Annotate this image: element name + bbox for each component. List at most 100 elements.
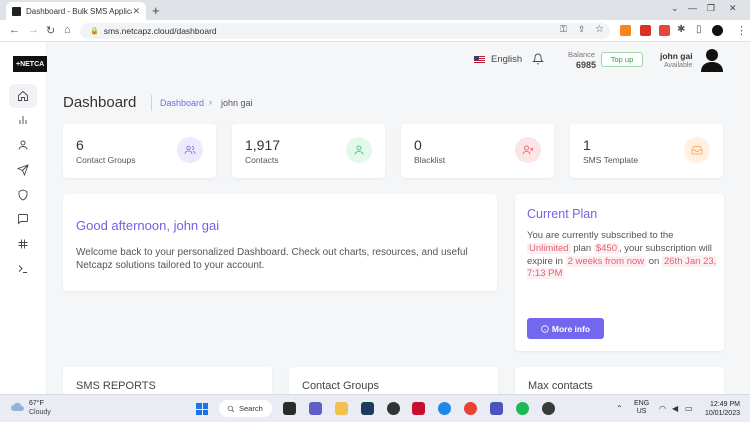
top-up-button[interactable]: Top up bbox=[601, 52, 643, 67]
home-icon bbox=[18, 90, 28, 101]
message-icon bbox=[18, 214, 28, 225]
mcafee-icon[interactable] bbox=[412, 402, 425, 415]
dell-icon[interactable] bbox=[387, 402, 400, 415]
sidebar-item-contacts[interactable] bbox=[9, 133, 37, 157]
extension-icon[interactable] bbox=[659, 25, 670, 36]
user-name[interactable]: john gai bbox=[660, 51, 693, 61]
browser-toolbar: ← → ↻ ⌂ 🔒 sms.netcapz.cloud/dashboard ⚿ … bbox=[0, 20, 750, 42]
spotify-icon[interactable] bbox=[516, 402, 529, 415]
stat-value: 6 bbox=[76, 137, 84, 153]
input-language[interactable]: ENG US bbox=[634, 400, 649, 416]
users-icon bbox=[177, 137, 203, 163]
chevron-up-icon[interactable]: ⌃ bbox=[616, 404, 623, 413]
address-bar[interactable]: 🔒 sms.netcapz.cloud/dashboard bbox=[80, 23, 610, 39]
minimize-icon[interactable]: — bbox=[688, 3, 697, 13]
balance-value: 6985 bbox=[576, 60, 597, 70]
stat-card-sms-template[interactable]: 1 SMS Template bbox=[570, 124, 723, 178]
card-title: SMS REPORTS bbox=[76, 380, 156, 392]
plan-text-segment: on bbox=[648, 255, 660, 267]
stat-label: Contacts bbox=[245, 155, 279, 165]
reload-icon[interactable]: ↻ bbox=[46, 24, 55, 37]
breadcrumb-current: john gai bbox=[221, 98, 253, 108]
clock-time: 12:49 PM bbox=[710, 401, 740, 408]
plan-text-segment: You are currently subscribed to the bbox=[527, 230, 674, 241]
avatar[interactable] bbox=[701, 48, 723, 72]
user-icon bbox=[346, 137, 372, 163]
lang-code: ENG bbox=[634, 400, 650, 407]
browser-tab-bar: Dashboard - Bulk SMS Applicatio... ✕ + ⌄… bbox=[0, 0, 750, 20]
profile-avatar-icon[interactable] bbox=[712, 25, 723, 36]
sidebar-item-blacklist[interactable] bbox=[9, 183, 37, 207]
battery-icon[interactable]: ▭ bbox=[685, 404, 693, 413]
sidebar-item-messages[interactable] bbox=[9, 207, 37, 231]
search-icon bbox=[227, 405, 235, 412]
chevron-down-icon[interactable]: ⌄ bbox=[671, 3, 679, 14]
browser-tab[interactable]: Dashboard - Bulk SMS Applicatio... ✕ bbox=[6, 2, 146, 20]
more-info-label: More info bbox=[551, 323, 591, 334]
sidebar: +NETCA bbox=[0, 42, 47, 394]
maximize-icon[interactable]: ❐ bbox=[707, 3, 715, 14]
edge-icon[interactable] bbox=[438, 402, 451, 415]
user-x-icon bbox=[515, 137, 541, 163]
sidebar-item-send[interactable] bbox=[9, 158, 37, 182]
volume-icon[interactable]: ◀ bbox=[672, 404, 678, 413]
more-menu-icon[interactable]: ⋮ bbox=[736, 24, 747, 37]
bookmark-star-icon[interactable]: ☆ bbox=[595, 24, 604, 35]
shield-icon bbox=[18, 189, 28, 201]
tab-title: Dashboard - Bulk SMS Applicatio... bbox=[26, 6, 132, 16]
windows-start-icon[interactable] bbox=[196, 403, 208, 415]
stat-value: 1,917 bbox=[245, 137, 281, 153]
stat-label: Contact Groups bbox=[76, 155, 136, 165]
taskbar-search[interactable]: Search bbox=[219, 400, 272, 417]
key-icon[interactable]: ⚿ bbox=[560, 24, 567, 35]
stat-card-contacts[interactable]: 1,917 Contacts bbox=[232, 124, 385, 178]
side-panel-icon[interactable]: ▯ bbox=[696, 24, 702, 35]
close-window-icon[interactable]: ✕ bbox=[729, 3, 737, 14]
sidebar-item-home[interactable] bbox=[9, 84, 37, 108]
extension-icon[interactable] bbox=[640, 25, 651, 36]
task-view-icon[interactable] bbox=[283, 402, 296, 415]
cloud-icon[interactable] bbox=[10, 402, 25, 412]
inbox-icon bbox=[684, 137, 710, 163]
forward-icon[interactable]: → bbox=[28, 24, 39, 36]
back-icon[interactable]: ← bbox=[9, 24, 20, 36]
share-icon[interactable]: ⇪ bbox=[578, 24, 586, 35]
plan-price-badge: $450 bbox=[593, 242, 619, 254]
plan-text-segment: plan bbox=[573, 242, 592, 254]
language-selector[interactable]: English bbox=[474, 54, 522, 65]
puzzle-extensions-icon[interactable]: ✱ bbox=[677, 24, 685, 35]
teams-icon[interactable] bbox=[490, 402, 503, 415]
windows-taskbar: 67°F Cloudy Search ⌃ ENG US ◠ ◀ ▭ 12:49 … bbox=[0, 394, 750, 422]
tab-close-icon[interactable]: ✕ bbox=[132, 6, 140, 17]
page-title: Dashboard bbox=[63, 94, 137, 111]
weather-temp: 67°F bbox=[29, 400, 44, 407]
sidebar-item-integrations[interactable] bbox=[9, 232, 37, 256]
welcome-title: Good afternoon, john gai bbox=[76, 218, 220, 233]
weather-condition: Cloudy bbox=[29, 409, 51, 416]
user-icon bbox=[18, 140, 28, 150]
clock-date: 10/01/2023 bbox=[704, 410, 740, 417]
stat-card-contact-groups[interactable]: 6 Contact Groups bbox=[63, 124, 216, 178]
system-clock[interactable]: 12:49 PM 10/01/2023 bbox=[702, 400, 740, 418]
media-player-icon[interactable] bbox=[542, 402, 555, 415]
teams-chat-icon[interactable] bbox=[309, 402, 322, 415]
notification-bell-icon[interactable] bbox=[532, 53, 544, 65]
wifi-icon[interactable]: ◠ bbox=[659, 404, 666, 413]
us-flag-icon bbox=[474, 56, 485, 63]
more-info-button[interactable]: More info bbox=[527, 318, 604, 339]
stat-label: Blacklist bbox=[414, 155, 446, 165]
stat-value: 0 bbox=[414, 137, 422, 153]
card-title: Max contacts bbox=[528, 380, 593, 392]
store-icon[interactable] bbox=[361, 402, 374, 415]
breadcrumb-dashboard-link[interactable]: Dashboard bbox=[160, 98, 204, 108]
stat-card-blacklist[interactable]: 0 Blacklist bbox=[401, 124, 554, 178]
new-tab-icon[interactable]: + bbox=[152, 3, 160, 18]
chrome-icon[interactable] bbox=[464, 402, 477, 415]
welcome-card: Good afternoon, john gai Welcome back to… bbox=[63, 194, 497, 291]
sidebar-item-reports[interactable] bbox=[9, 108, 37, 132]
netcapz-logo[interactable]: +NETCA bbox=[13, 56, 47, 72]
file-explorer-icon[interactable] bbox=[335, 402, 348, 415]
sidebar-item-api[interactable] bbox=[9, 257, 37, 281]
metamask-extension-icon[interactable] bbox=[620, 25, 631, 36]
home-button-icon[interactable]: ⌂ bbox=[64, 24, 71, 36]
